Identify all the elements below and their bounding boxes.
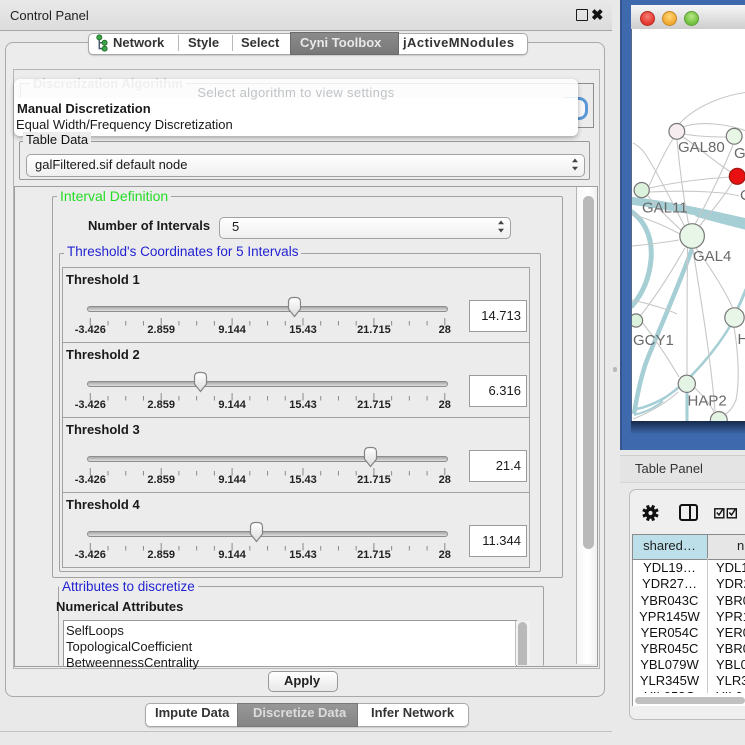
svg-text:GCY1: GCY1 xyxy=(633,332,674,349)
svg-text:GAL80: GAL80 xyxy=(678,139,725,156)
svg-text:C: C xyxy=(740,187,745,204)
svg-text:GA: GA xyxy=(734,145,745,162)
svg-text:GAL11: GAL11 xyxy=(642,200,688,217)
svg-text:H: H xyxy=(738,331,745,348)
svg-text:HAP2: HAP2 xyxy=(688,393,727,410)
svg-text:GAL4: GAL4 xyxy=(693,248,731,265)
